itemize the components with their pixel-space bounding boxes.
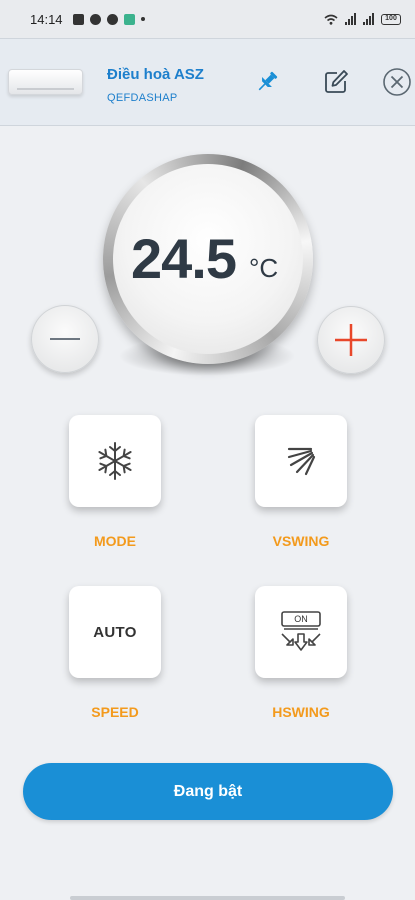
mode-button[interactable] (69, 415, 161, 507)
device-name: Điều hoà ASZ (107, 66, 204, 83)
air-conditioner-thumbnail (8, 69, 83, 95)
speed-button[interactable]: AUTO (69, 586, 161, 678)
plus-icon (335, 324, 367, 356)
horizontal-swing-icon: ON (281, 611, 321, 651)
speed-label: SPEED (91, 704, 139, 720)
hswing-on-badge: ON (294, 614, 308, 624)
hswing-label: HSWING (272, 704, 330, 720)
edit-button[interactable] (319, 65, 353, 99)
signal-icon (345, 13, 356, 25)
wifi-icon (324, 14, 338, 25)
signal-2-icon (363, 13, 374, 25)
app-screen: 14:14 100 Điều hoà ASZ QEFDASHAP 24.5 °C… (0, 0, 415, 900)
snowflake-icon (98, 442, 132, 480)
status-bar: 14:14 100 (0, 0, 415, 38)
pin-icon (258, 71, 278, 91)
increase-temperature-button[interactable] (317, 306, 385, 374)
more-notifications-icon (140, 17, 145, 21)
battery-icon: 100 (381, 13, 401, 25)
device-code: QEFDASHAP (107, 92, 178, 104)
power-label: Đang bật (173, 782, 243, 800)
vswing-button[interactable] (255, 415, 347, 507)
vertical-swing-icon (287, 447, 316, 476)
hswing-button[interactable]: ON (255, 586, 347, 678)
minus-icon (50, 338, 80, 340)
status-indicators: 100 (324, 13, 401, 25)
vswing-label: VSWING (272, 533, 330, 549)
messenger-icon (89, 13, 101, 25)
pin-button[interactable] (250, 65, 284, 99)
home-indicator (70, 896, 345, 900)
device-header: Điều hoà ASZ QEFDASHAP (0, 38, 415, 126)
speed-value: AUTO (93, 623, 137, 641)
mode-label: MODE (94, 533, 136, 549)
notification-icons (72, 13, 145, 25)
power-button[interactable]: Đang bật (23, 763, 393, 820)
temperature-unit: °C (249, 253, 279, 283)
close-button[interactable] (380, 65, 414, 99)
message-icon (72, 13, 84, 25)
decrease-temperature-button[interactable] (31, 305, 99, 373)
facebook-icon (106, 13, 118, 25)
temperature-value: 24.5 (131, 227, 237, 290)
edit-icon (325, 70, 348, 93)
app-notification-icon (123, 13, 135, 25)
close-icon (383, 68, 411, 96)
status-time: 14:14 (30, 11, 63, 27)
